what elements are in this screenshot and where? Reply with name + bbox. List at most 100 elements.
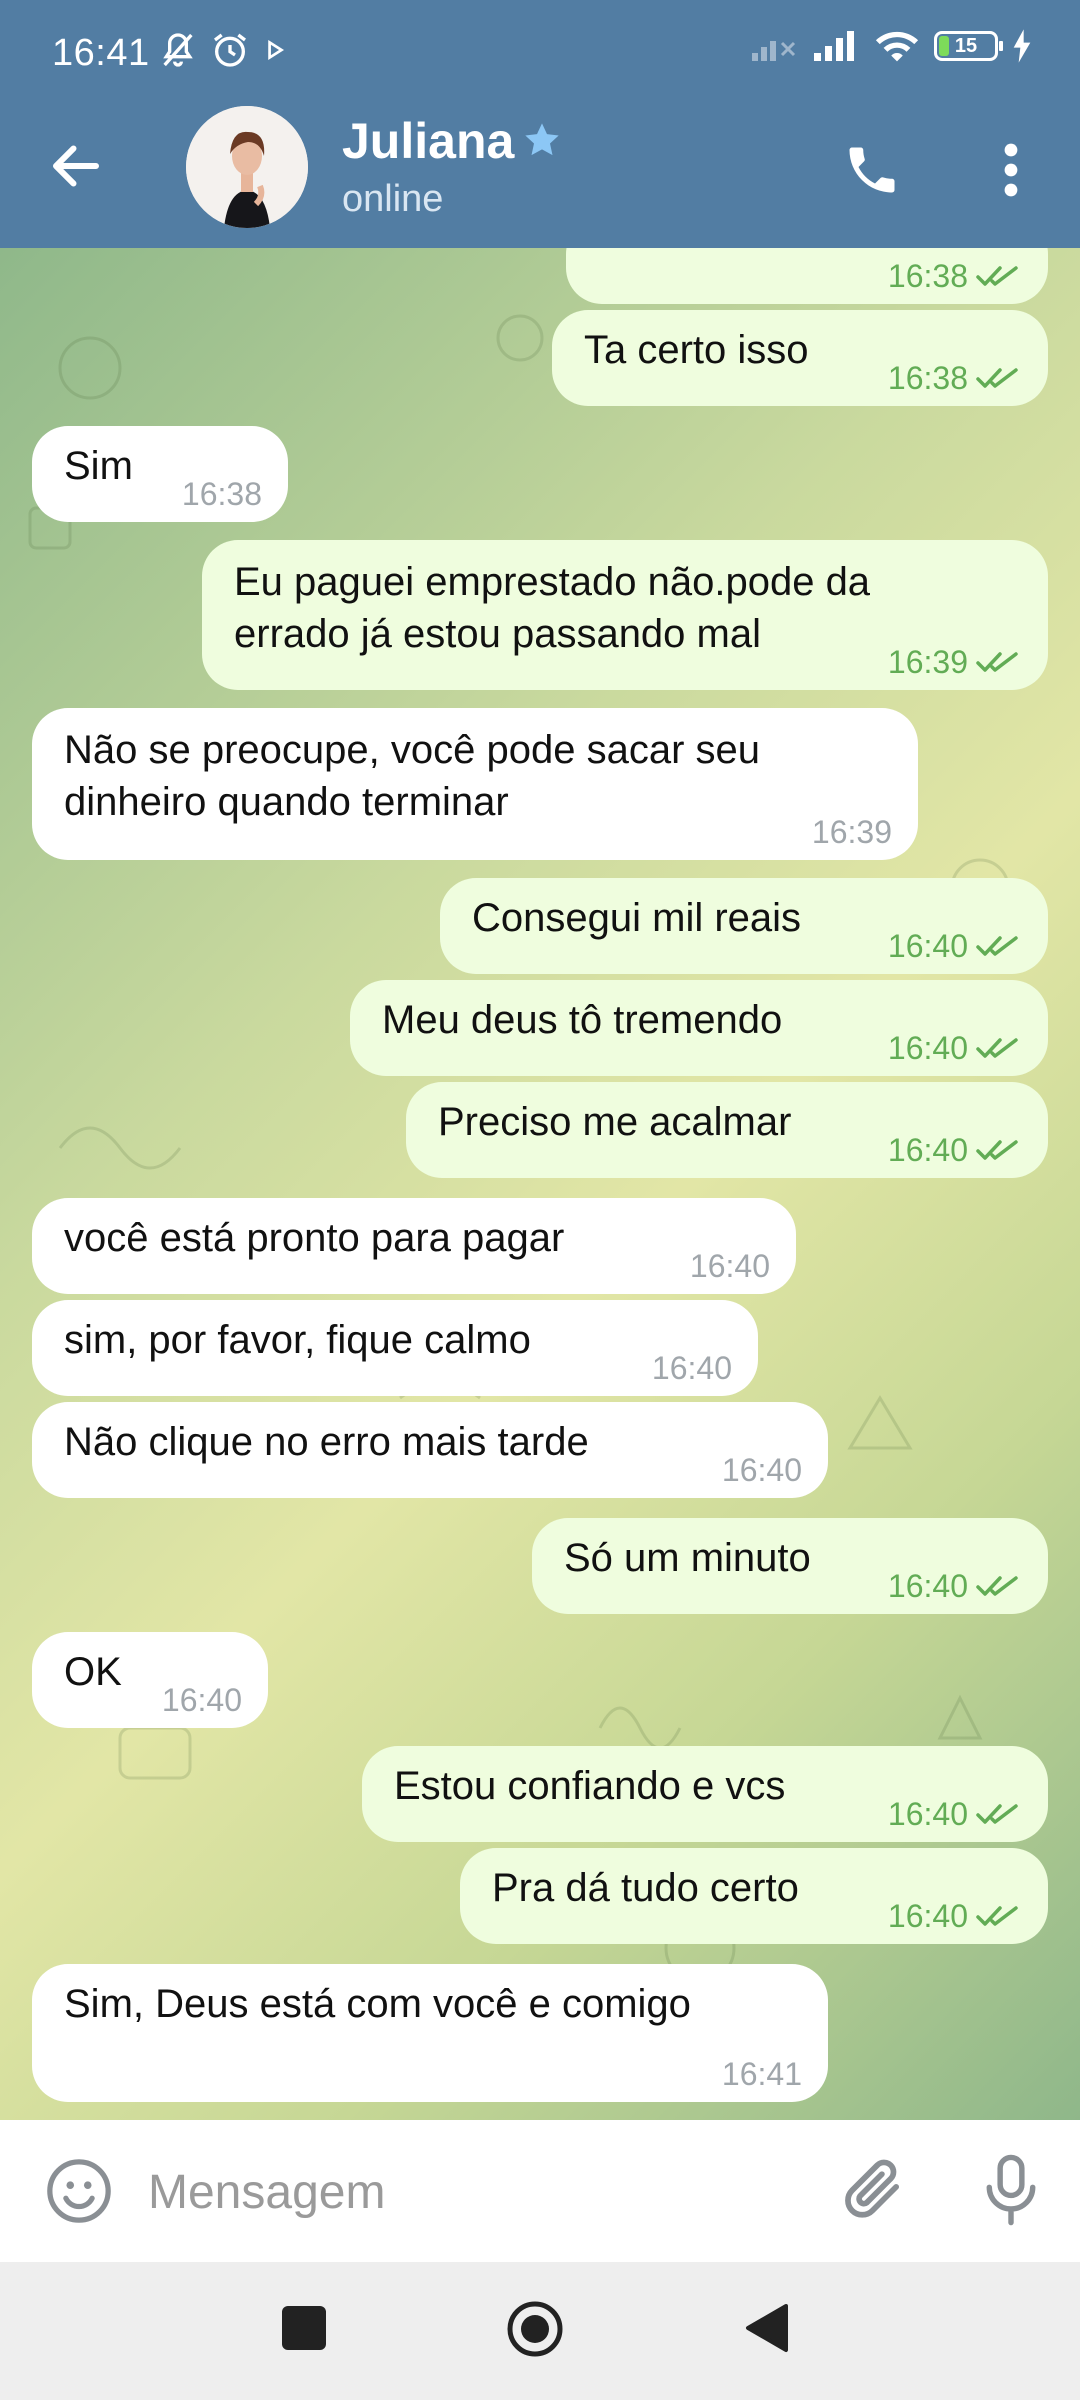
message-text: Pra dá tudo certo (492, 1866, 799, 1910)
message-time: 16:40 (887, 1898, 968, 1934)
signal-icon (814, 31, 854, 61)
message-text: Não clique no erro mais tarde (64, 1420, 589, 1464)
message-time: 16:40 (721, 1452, 802, 1488)
message-meta: 16:40 (888, 1030, 1022, 1066)
home-button[interactable] (506, 2300, 564, 2358)
chat-area[interactable]: 16:38 Ta certo isso 16:38 Sim 16:38 Eu p… (0, 248, 1080, 2120)
message-text: Eu paguei emprestado não.pode da errado … (234, 560, 871, 656)
message-time: 16:40 (887, 1796, 968, 1832)
message-meta: 16:40 (888, 1568, 1022, 1604)
message-bubble[interactable]: Preciso me acalmar 16:40 (406, 1082, 1048, 1178)
read-ticks-icon (976, 1038, 1018, 1058)
message-bubble[interactable]: Consegui mil reais 16:40 (440, 878, 1048, 974)
message-meta: 16:40 (888, 1132, 1022, 1168)
message-text: você está pronto para pagar (64, 1216, 565, 1260)
message-meta: 16:40 (888, 1898, 1022, 1934)
message-text: Preciso me acalmar (438, 1100, 792, 1144)
message-text: Não se preocupe, você pode sacar seu din… (64, 728, 760, 824)
system-nav-bar (0, 2262, 1080, 2400)
top-app-bar: 16:41 15 Juliana online (0, 0, 1080, 248)
status-bar: 16:41 15 (0, 0, 1080, 110)
star-icon (525, 123, 559, 156)
back-nav-button[interactable] (744, 2302, 790, 2354)
read-ticks-icon (976, 1804, 1018, 1824)
message-bubble[interactable]: Sim 16:38 (32, 426, 288, 522)
message-time: 16:40 (887, 1030, 968, 1066)
battery-icon: 15 (934, 31, 1003, 61)
message-time: 16:38 (887, 360, 968, 396)
message-time: 16:39 (887, 644, 968, 680)
message-meta: 16:38 (182, 476, 262, 512)
message-text: Meu deus tô tremendo (382, 998, 783, 1042)
message-time: 16:40 (887, 928, 968, 964)
message-bubble[interactable]: Só um minuto 16:40 (532, 1518, 1048, 1614)
read-ticks-icon (976, 368, 1018, 388)
message-input[interactable] (146, 2154, 790, 2230)
message-bubble[interactable]: você está pronto para pagar 16:40 (32, 1198, 796, 1294)
play-icon (268, 39, 285, 61)
avatar-image (186, 106, 308, 228)
more-vert-icon[interactable] (996, 140, 1026, 200)
read-ticks-icon (976, 266, 1018, 286)
message-meta: 16:41 (722, 2056, 802, 2092)
message-text: Sim, Deus está com você e comigo (64, 1982, 691, 2026)
message-time: 16:40 (887, 1568, 968, 1604)
back-arrow-icon[interactable] (46, 136, 106, 196)
notifications-off-icon (163, 33, 193, 67)
message-time: 16:38 (887, 258, 968, 294)
microphone-icon[interactable] (978, 2152, 1044, 2228)
battery-level: 15 (954, 34, 978, 57)
message-bubble[interactable]: Pra dá tudo certo 16:40 (460, 1848, 1048, 1944)
message-text: Sim (64, 444, 133, 488)
message-meta: 16:40 (888, 1796, 1022, 1832)
message-bubble[interactable]: Não clique no erro mais tarde 16:40 (32, 1402, 828, 1498)
read-ticks-icon (976, 1576, 1018, 1596)
message-time: 16:41 (721, 2056, 802, 2092)
message-meta: 16:38 (888, 258, 1022, 294)
avatar[interactable] (186, 106, 308, 228)
message-meta: 16:40 (888, 928, 1022, 964)
read-ticks-icon (976, 1140, 1018, 1160)
contact-status: online (342, 178, 444, 220)
phone-icon[interactable] (842, 140, 902, 200)
emoji-icon[interactable] (44, 2156, 114, 2226)
message-text: OK (64, 1650, 122, 1694)
message-bubble[interactable]: sim, por favor, fique calmo 16:40 (32, 1300, 758, 1396)
wifi-icon (875, 31, 919, 62)
message-time: 16:39 (811, 814, 892, 850)
message-time: 16:40 (887, 1132, 968, 1168)
alarm-icon (214, 33, 246, 67)
status-time: 16:41 (52, 32, 150, 74)
message-time: 16:40 (689, 1248, 770, 1284)
message-meta: 16:40 (652, 1350, 732, 1386)
message-meta: 16:39 (812, 814, 892, 850)
message-bubble[interactable]: Meu deus tô tremendo 16:40 (350, 980, 1048, 1076)
attach-icon[interactable] (836, 2152, 912, 2228)
message-meta: 16:38 (888, 360, 1022, 396)
message-bubble[interactable]: Não se preocupe, você pode sacar seu din… (32, 708, 918, 860)
message-bubble[interactable]: 16:38 (566, 248, 1048, 304)
message-composer (0, 2120, 1080, 2262)
message-text: sim, por favor, fique calmo (64, 1318, 531, 1362)
recents-button[interactable] (282, 2306, 326, 2350)
message-bubble[interactable]: OK 16:40 (32, 1632, 268, 1728)
message-time: 16:40 (161, 1682, 242, 1718)
message-bubble[interactable]: Estou confiando e vcs 16:40 (362, 1746, 1048, 1842)
message-meta: 16:40 (690, 1248, 770, 1284)
read-ticks-icon (976, 652, 1018, 672)
message-text: Ta certo isso (584, 328, 809, 372)
message-bubble[interactable]: Ta certo isso 16:38 (552, 310, 1048, 406)
read-ticks-icon (976, 1906, 1018, 1926)
message-text: Só um minuto (564, 1536, 811, 1580)
message-meta: 16:39 (888, 644, 1022, 680)
message-bubble[interactable]: Eu paguei emprestado não.pode da errado … (202, 540, 1048, 690)
message-text: Consegui mil reais (472, 896, 802, 940)
message-time: 16:38 (181, 476, 262, 512)
message-time: 16:40 (651, 1350, 732, 1386)
message-bubble[interactable]: Sim, Deus está com você e comigo 16:41 (32, 1964, 828, 2102)
charging-icon (1013, 29, 1031, 63)
message-meta: 16:40 (162, 1682, 242, 1718)
read-ticks-icon (976, 936, 1018, 956)
contact-name: Juliana (342, 113, 515, 169)
message-meta: 16:40 (722, 1452, 802, 1488)
